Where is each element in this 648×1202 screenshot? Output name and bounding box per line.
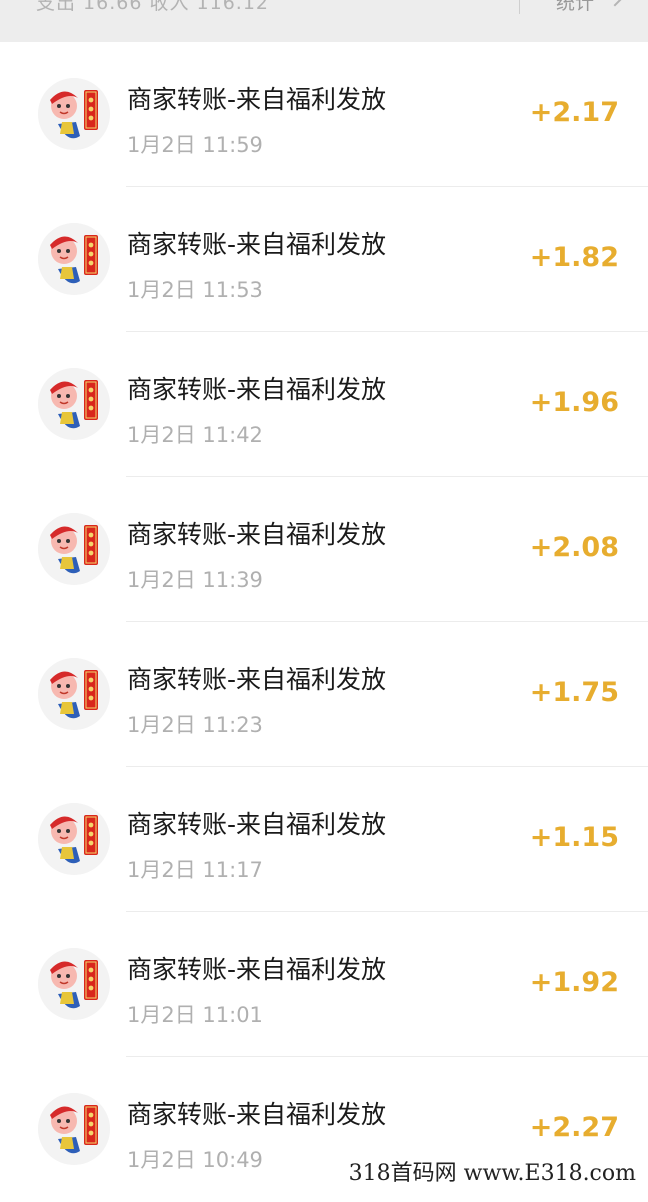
transaction-row[interactable]: 商家转账-来自福利发放 1月2日 11:01 +1.92 — [0, 912, 648, 1057]
header-divider — [519, 0, 520, 14]
transaction-amount: +1.75 — [529, 677, 619, 708]
transaction-amount: +2.27 — [529, 1112, 619, 1143]
transaction-amount: +1.96 — [529, 387, 619, 418]
lucky-doll-avatar-icon — [38, 223, 110, 295]
transaction-time: 1月2日 11:39 — [127, 568, 263, 592]
lucky-doll-avatar-icon — [38, 658, 110, 730]
transaction-title: 商家转账-来自福利发放 — [127, 955, 387, 984]
transaction-time: 1月2日 11:01 — [127, 1003, 263, 1027]
income-expense-summary: 支出 16.66 收入 116.12 — [36, 0, 269, 14]
transaction-row[interactable]: 商家转账-来自福利发放 1月2日 11:59 +2.17 — [0, 42, 648, 187]
transaction-amount: +1.82 — [529, 242, 619, 273]
transaction-title: 商家转账-来自福利发放 — [127, 85, 387, 114]
transaction-title: 商家转账-来自福利发放 — [127, 810, 387, 839]
transaction-title: 商家转账-来自福利发放 — [127, 665, 387, 694]
transaction-amount: +1.15 — [529, 822, 619, 853]
transaction-time: 1月2日 11:17 — [127, 858, 263, 882]
transaction-time: 1月2日 11:59 — [127, 133, 263, 157]
transaction-time: 1月2日 11:53 — [127, 278, 263, 302]
transaction-row[interactable]: 商家转账-来自福利发放 1月2日 11:23 +1.75 — [0, 622, 648, 767]
transaction-row[interactable]: 商家转账-来自福利发放 1月2日 11:42 +1.96 — [0, 332, 648, 477]
lucky-doll-avatar-icon — [38, 803, 110, 875]
transaction-row[interactable]: 商家转账-来自福利发放 1月2日 11:53 +1.82 — [0, 187, 648, 332]
transaction-row[interactable]: 商家转账-来自福利发放 1月2日 11:17 +1.15 — [0, 767, 648, 912]
summary-header: 支出 16.66 收入 116.12 统计 — [0, 0, 648, 42]
transaction-time: 1月2日 11:23 — [127, 713, 263, 737]
lucky-doll-avatar-icon — [38, 1093, 110, 1165]
lucky-doll-avatar-icon — [38, 948, 110, 1020]
lucky-doll-avatar-icon — [38, 513, 110, 585]
transaction-time: 1月2日 10:49 — [127, 1148, 263, 1172]
transaction-time: 1月2日 11:42 — [127, 423, 263, 447]
transaction-amount: +1.92 — [529, 967, 619, 998]
transaction-amount: +2.08 — [529, 532, 619, 563]
transaction-row[interactable]: 商家转账-来自福利发放 1月2日 11:39 +2.08 — [0, 477, 648, 622]
transaction-title: 商家转账-来自福利发放 — [127, 375, 387, 404]
site-watermark: 318首码网 www.E318.com — [338, 1159, 642, 1189]
lucky-doll-avatar-icon — [38, 368, 110, 440]
transaction-title: 商家转账-来自福利发放 — [127, 230, 387, 259]
lucky-doll-avatar-icon — [38, 78, 110, 150]
transaction-title: 商家转账-来自福利发放 — [127, 520, 387, 549]
chevron-right-icon[interactable] — [606, 0, 624, 7]
stats-button[interactable]: 统计 — [556, 0, 594, 15]
transaction-amount: +2.17 — [529, 97, 619, 128]
transaction-list: 商家转账-来自福利发放 1月2日 11:59 +2.17 商家转账-来自福利发放… — [0, 42, 648, 1202]
transaction-title: 商家转账-来自福利发放 — [127, 1100, 387, 1129]
